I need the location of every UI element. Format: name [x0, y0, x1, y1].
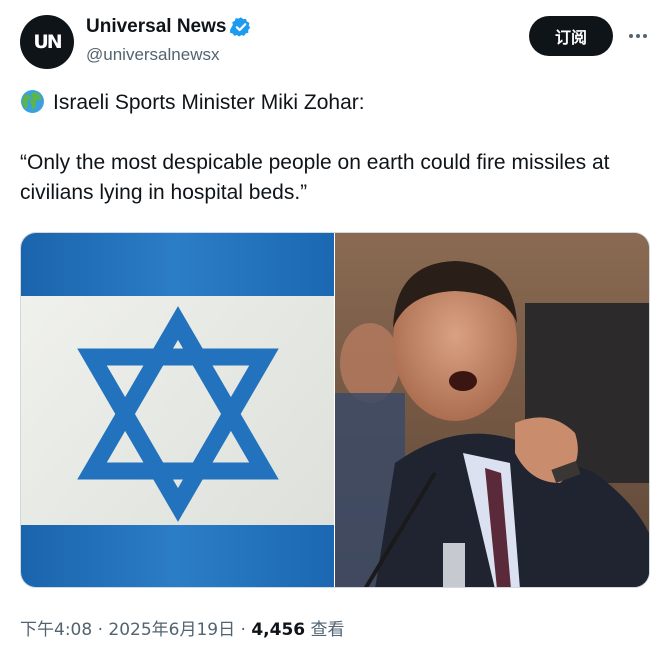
tweet-text: Israeli Sports Minister Miki Zohar: “Onl… — [20, 88, 640, 208]
media-image-minister-photo[interactable] — [335, 233, 649, 587]
media-image-flag[interactable] — [21, 233, 334, 587]
tweet-line-1-text: Israeli Sports Minister Miki Zohar: — [53, 91, 365, 114]
meta-separator: · — [235, 620, 252, 640]
meta-separator: · — [92, 620, 109, 640]
more-dot — [636, 34, 640, 38]
tweet-quote: “Only the most despicable people on eart… — [20, 151, 610, 204]
tweet-date[interactable]: 2025年6月19日 — [108, 620, 235, 640]
author-display-name[interactable]: Universal News — [86, 16, 226, 38]
tweet-line-1: Israeli Sports Minister Miki Zohar: — [20, 88, 640, 118]
minister-photo-illustration — [335, 233, 649, 587]
globe-emoji-icon — [21, 90, 44, 113]
subscribe-button[interactable]: 订阅 — [529, 16, 613, 56]
author-avatar[interactable]: UN — [20, 15, 74, 69]
more-dot — [629, 34, 633, 38]
tweet-time[interactable]: 下午4:08 — [20, 620, 92, 640]
views-label: 查看 — [305, 620, 345, 640]
israel-flag-illustration — [21, 233, 334, 587]
more-dot — [643, 34, 647, 38]
tweet-media[interactable] — [20, 232, 650, 588]
views-count: 4,456 — [251, 620, 306, 640]
tweet-meta: 下午4:08 · 2025年6月19日 · 4,456 查看 — [20, 615, 345, 640]
author-name-row: Universal News — [86, 16, 252, 38]
more-options-icon[interactable] — [624, 24, 652, 48]
author-handle[interactable]: @universalnewsx — [86, 45, 219, 65]
verified-badge-icon — [230, 17, 251, 37]
avatar-monogram: UN — [33, 31, 62, 53]
